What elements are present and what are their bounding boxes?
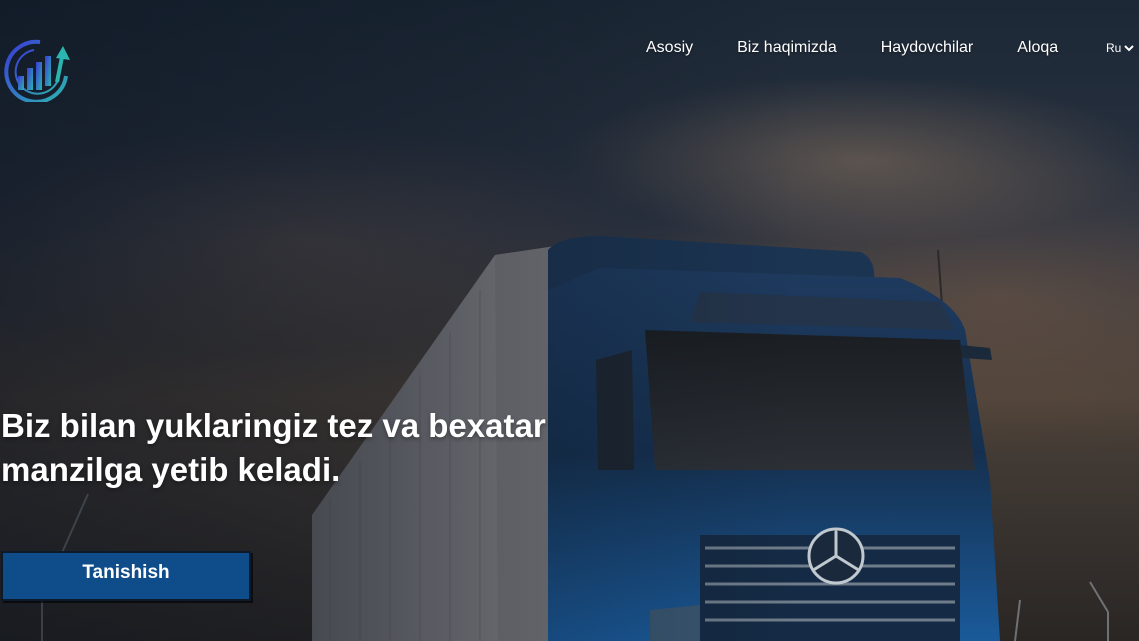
language-selector-label: Ru: [1106, 41, 1122, 55]
tanishish-button[interactable]: Tanishish: [1, 551, 251, 601]
hero-overlay: [0, 0, 1139, 641]
nav-link-aloqa[interactable]: Aloqa: [1017, 39, 1058, 57]
growth-chart-logo[interactable]: [0, 36, 72, 104]
nav-link-asosiy[interactable]: Asosiy: [646, 39, 693, 57]
hero-section: [0, 0, 1139, 641]
nav-link-haydovchilar[interactable]: Haydovchilar: [881, 39, 973, 57]
main-navigation: Asosiy Biz haqimizda Haydovchilar Aloqa: [646, 38, 1058, 58]
language-selector[interactable]: Ru: [1106, 41, 1135, 55]
hero-headline-line-1: Biz bilan yuklaringiz tez va bexatar: [1, 407, 546, 444]
nav-link-biz-haqimizda[interactable]: Biz haqimizda: [737, 39, 837, 57]
hero-headline: Biz bilan yuklaringiz tez va bexatar man…: [1, 404, 601, 492]
hero-headline-line-2: manzilga yetib keladi.: [1, 451, 341, 488]
chevron-down-icon: [1124, 45, 1135, 52]
